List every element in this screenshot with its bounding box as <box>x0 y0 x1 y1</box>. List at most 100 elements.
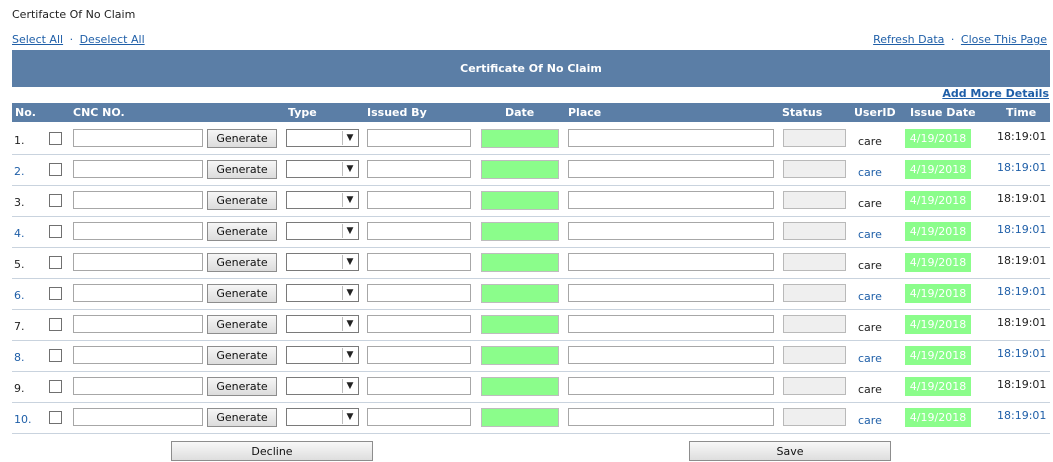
date-input[interactable] <box>481 191 559 210</box>
status-field <box>783 222 846 240</box>
cnc-number-input[interactable] <box>73 222 203 240</box>
type-select[interactable]: ▼ <box>286 129 359 147</box>
date-input[interactable] <box>481 160 559 179</box>
generate-button[interactable]: Generate <box>207 284 277 303</box>
row-checkbox[interactable] <box>49 380 62 393</box>
save-button[interactable]: Save <box>689 441 891 461</box>
time-value: 18:19:01 <box>997 254 1047 267</box>
row-checkbox[interactable] <box>49 318 62 331</box>
date-input[interactable] <box>481 315 559 334</box>
place-input[interactable] <box>568 315 774 333</box>
row-checkbox[interactable] <box>49 256 62 269</box>
type-select[interactable]: ▼ <box>286 253 359 271</box>
cnc-number-input[interactable] <box>73 253 203 271</box>
cnc-number-input[interactable] <box>73 160 203 178</box>
row-number: 7. <box>14 320 25 333</box>
row-checkbox[interactable] <box>49 349 62 362</box>
issued-by-input[interactable] <box>367 160 471 178</box>
generate-button[interactable]: Generate <box>207 377 277 396</box>
cnc-number-input[interactable] <box>73 129 203 147</box>
row-checkbox[interactable] <box>49 163 62 176</box>
chevron-down-icon: ▼ <box>342 162 357 176</box>
issued-by-input[interactable] <box>367 377 471 395</box>
generate-button[interactable]: Generate <box>207 408 277 427</box>
issued-by-input[interactable] <box>367 284 471 302</box>
generate-button[interactable]: Generate <box>207 129 277 148</box>
type-select[interactable]: ▼ <box>286 284 359 302</box>
user-id: care <box>858 228 882 241</box>
place-input[interactable] <box>568 377 774 395</box>
chevron-down-icon: ▼ <box>342 193 357 207</box>
type-select[interactable]: ▼ <box>286 315 359 333</box>
date-input[interactable] <box>481 222 559 241</box>
type-select[interactable]: ▼ <box>286 377 359 395</box>
chevron-down-icon: ▼ <box>342 286 357 300</box>
cnc-number-input[interactable] <box>73 346 203 364</box>
place-input[interactable] <box>568 253 774 271</box>
cnc-number-input[interactable] <box>73 284 203 302</box>
status-field <box>783 377 846 395</box>
issued-by-input[interactable] <box>367 346 471 364</box>
generate-button[interactable]: Generate <box>207 253 277 272</box>
generate-button[interactable]: Generate <box>207 160 277 179</box>
generate-button[interactable]: Generate <box>207 191 277 210</box>
row-checkbox[interactable] <box>49 194 62 207</box>
table-row: 10. Generate ▼ care 4/19/2018 18:19:01 <box>12 403 1050 434</box>
issued-by-input[interactable] <box>367 315 471 333</box>
issue-date-field: 4/19/2018 <box>905 253 971 272</box>
row-checkbox[interactable] <box>49 287 62 300</box>
table-row: 6. Generate ▼ care 4/19/2018 18:19:01 <box>12 279 1050 310</box>
cnc-number-input[interactable] <box>73 191 203 209</box>
place-input[interactable] <box>568 222 774 240</box>
place-input[interactable] <box>568 408 774 426</box>
cnc-number-input[interactable] <box>73 315 203 333</box>
type-select[interactable]: ▼ <box>286 222 359 240</box>
issue-date-field: 4/19/2018 <box>905 346 971 365</box>
row-checkbox[interactable] <box>49 225 62 238</box>
date-input[interactable] <box>481 346 559 365</box>
user-id: care <box>858 321 882 334</box>
place-input[interactable] <box>568 346 774 364</box>
generate-button[interactable]: Generate <box>207 315 277 334</box>
type-select[interactable]: ▼ <box>286 408 359 426</box>
section-banner: Certificate Of No Claim <box>12 50 1050 87</box>
select-all-link[interactable]: Select All <box>12 33 63 46</box>
date-input[interactable] <box>481 253 559 272</box>
issue-date-field: 4/19/2018 <box>905 315 971 334</box>
issued-by-input[interactable] <box>367 129 471 147</box>
close-page-link[interactable]: Close This Page <box>961 33 1047 46</box>
table-row: 2. Generate ▼ care 4/19/2018 18:19:01 <box>12 155 1050 186</box>
issued-by-input[interactable] <box>367 253 471 271</box>
user-id: care <box>858 166 882 179</box>
place-input[interactable] <box>568 129 774 147</box>
type-select[interactable]: ▼ <box>286 160 359 178</box>
place-input[interactable] <box>568 191 774 209</box>
issued-by-input[interactable] <box>367 222 471 240</box>
row-number: 5. <box>14 258 25 271</box>
date-input[interactable] <box>481 129 559 148</box>
row-checkbox[interactable] <box>49 132 62 145</box>
time-value: 18:19:01 <box>997 223 1047 236</box>
generate-button[interactable]: Generate <box>207 222 277 241</box>
place-input[interactable] <box>568 160 774 178</box>
generate-button[interactable]: Generate <box>207 346 277 365</box>
deselect-all-link[interactable]: Deselect All <box>80 33 145 46</box>
decline-button[interactable]: Decline <box>171 441 373 461</box>
add-more-details-link[interactable]: Add More Details <box>942 87 1049 100</box>
issue-date-field: 4/19/2018 <box>905 408 971 427</box>
chevron-down-icon: ▼ <box>342 379 357 393</box>
issued-by-input[interactable] <box>367 408 471 426</box>
place-input[interactable] <box>568 284 774 302</box>
row-checkbox[interactable] <box>49 411 62 424</box>
table-row: 1. Generate ▼ care 4/19/2018 18:19:01 <box>12 124 1050 155</box>
type-select[interactable]: ▼ <box>286 346 359 364</box>
type-select[interactable]: ▼ <box>286 191 359 209</box>
table-row: 4. Generate ▼ care 4/19/2018 18:19:01 <box>12 217 1050 248</box>
refresh-data-link[interactable]: Refresh Data <box>873 33 944 46</box>
cnc-number-input[interactable] <box>73 408 203 426</box>
date-input[interactable] <box>481 377 559 396</box>
cnc-number-input[interactable] <box>73 377 203 395</box>
date-input[interactable] <box>481 408 559 427</box>
date-input[interactable] <box>481 284 559 303</box>
issued-by-input[interactable] <box>367 191 471 209</box>
